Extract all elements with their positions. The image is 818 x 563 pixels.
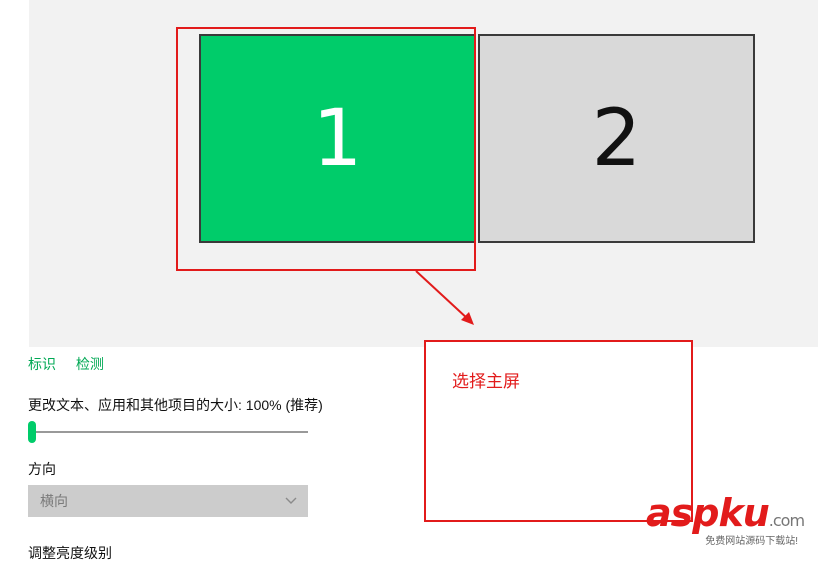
- callout-text: 选择主屏: [452, 372, 520, 391]
- orientation-dropdown[interactable]: 横向: [28, 485, 308, 517]
- display-actions: 标识 检测: [28, 354, 120, 374]
- detect-link[interactable]: 检测: [76, 356, 104, 372]
- callout-arrow: [415, 270, 474, 325]
- scale-slider[interactable]: [28, 421, 308, 443]
- orientation-selected-value: 横向: [40, 493, 68, 509]
- watermark-brand: aspku.com: [646, 491, 805, 535]
- slider-thumb[interactable]: [28, 421, 36, 443]
- identify-link[interactable]: 标识: [28, 356, 56, 372]
- chevron-down-icon: [284, 494, 298, 511]
- slider-track: [28, 431, 308, 433]
- aspku-watermark-logo: aspku.com 免费网站源码下载站!: [646, 491, 805, 547]
- scale-label: 更改文本、应用和其他项目的大小: 100% (推荐): [28, 397, 323, 413]
- brightness-label: 调整亮度级别: [28, 545, 112, 561]
- orientation-label: 方向: [28, 461, 56, 477]
